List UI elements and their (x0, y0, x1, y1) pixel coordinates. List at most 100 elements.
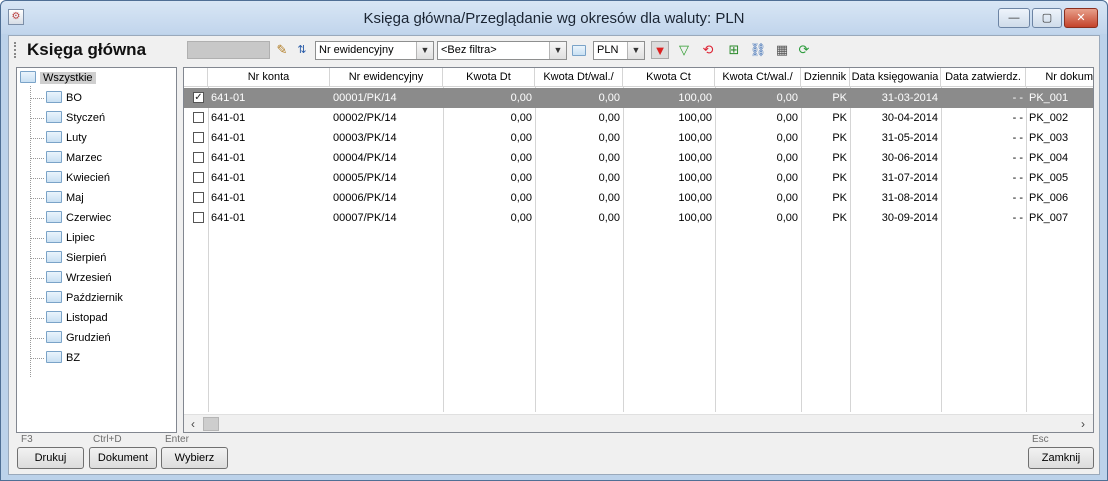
print-button[interactable]: Drukuj (17, 447, 84, 469)
header-nr-dokum[interactable]: Nr dokum (1026, 68, 1093, 87)
chevron-down-icon[interactable]: ▼ (627, 42, 644, 59)
filter-green-icon[interactable]: ▽ (675, 41, 693, 59)
cell-ewid: 00007/PK/14 (333, 212, 397, 224)
tree-item-month[interactable]: Luty (46, 130, 87, 146)
table-row[interactable]: 641-01 00004/PK/14 0,00 0,00 100,00 0,00 PK 30-… (184, 148, 1093, 168)
row-checkbox[interactable] (193, 112, 204, 123)
row-checkbox[interactable] (193, 132, 204, 143)
row-checkbox[interactable] (193, 172, 204, 183)
tree-connector (30, 118, 44, 119)
tree-item-label: Sierpień (66, 252, 107, 264)
cell-ctw: 0,00 (776, 212, 798, 224)
cell-dtw: 0,00 (598, 192, 620, 204)
header-dziennik[interactable]: Dziennik (801, 68, 850, 87)
tree-item-month[interactable]: Marzec (46, 150, 102, 166)
document-button[interactable]: Dokument (89, 447, 157, 469)
tree-item-month[interactable]: BO (46, 90, 82, 106)
folder-icon[interactable] (570, 41, 588, 59)
scroll-right-icon[interactable]: › (1075, 416, 1091, 432)
tree-connector (30, 158, 44, 159)
tree-item-label: Wrzesień (66, 272, 112, 284)
close-window-button[interactable]: ✕ (1064, 8, 1098, 28)
add-icon[interactable]: ⊞ (725, 41, 743, 59)
minimize-button[interactable]: — (998, 8, 1030, 28)
tree-item-month[interactable]: Styczeń (46, 110, 105, 126)
tree-item-month[interactable]: Wrzesień (46, 270, 112, 286)
filter-combo[interactable]: <Bez filtra> ▼ (437, 41, 567, 60)
sort-icon[interactable]: ⇅ (293, 41, 311, 59)
cell-dtw: 0,00 (598, 152, 620, 164)
chevron-down-icon[interactable]: ▼ (416, 42, 433, 59)
grid-icon[interactable]: ▦ (773, 41, 791, 59)
tree-item-month[interactable]: Listopad (46, 310, 108, 326)
select-button[interactable]: Wybierz (161, 447, 228, 469)
table-row[interactable]: ✓ 641-01 00001/PK/14 0,00 0,00 100,00 0,00 PK 31… (184, 88, 1093, 108)
row-checkbox[interactable] (193, 152, 204, 163)
row-checkbox[interactable] (193, 192, 204, 203)
cell-dtw: 0,00 (598, 212, 620, 224)
eraser-icon[interactable]: ✎ (273, 41, 291, 59)
link-icon[interactable]: ⛓ (749, 41, 767, 59)
header-data-zatwierdz[interactable]: Data zatwierdz. (941, 68, 1026, 87)
folder-icon (46, 91, 62, 103)
tree-connector (30, 218, 44, 219)
table-row[interactable]: 641-01 00007/PK/14 0,00 0,00 100,00 0,00 PK 30-… (184, 208, 1093, 228)
tree-item-month[interactable]: Czerwiec (46, 210, 111, 226)
tree-item-month[interactable]: Kwiecień (46, 170, 110, 186)
tree-item-month[interactable]: Sierpień (46, 250, 106, 266)
refresh-green-icon[interactable]: ⟳ (795, 41, 813, 59)
cell-ct: 100,00 (678, 112, 712, 124)
maximize-button[interactable]: ▢ (1032, 8, 1062, 28)
tree-item-all[interactable]: Wszystkie (20, 70, 96, 86)
cell-dziennik: PK (832, 212, 847, 224)
cell-dtw: 0,00 (598, 112, 620, 124)
title-bar[interactable]: ⚙ Księga główna/Przeglądanie wg okresów … (1, 1, 1107, 34)
cell-data-zat: - - (1012, 132, 1023, 144)
header-nr-konta[interactable]: Nr konta (208, 68, 330, 87)
header-data-ksiegowania[interactable]: Data księgowania (850, 68, 941, 87)
cell-ctw: 0,00 (776, 172, 798, 184)
table-row[interactable]: 641-01 00006/PK/14 0,00 0,00 100,00 0,00 PK 31-… (184, 188, 1093, 208)
main-window: ⚙ Księga główna/Przeglądanie wg okresów … (0, 0, 1108, 481)
document-shortcut: Ctrl+D (93, 434, 122, 445)
refresh-red-icon[interactable]: ⟲ (699, 41, 717, 59)
header-kwota-dt-wal[interactable]: Kwota Dt/wal./ (535, 68, 623, 87)
horizontal-scrollbar[interactable]: ‹ › (184, 414, 1093, 432)
tree-connector (30, 86, 31, 377)
tree-item-month[interactable]: BZ (46, 350, 80, 366)
tree-item-month[interactable]: Październik (46, 290, 123, 306)
cell-dziennik: PK (832, 152, 847, 164)
tree-item-label: Maj (66, 192, 84, 204)
scroll-thumb[interactable] (203, 417, 219, 431)
select-shortcut: Enter (165, 434, 189, 445)
row-checkbox[interactable]: ✓ (193, 92, 204, 103)
scroll-left-icon[interactable]: ‹ (185, 416, 201, 432)
folder-icon (46, 271, 62, 283)
row-checkbox[interactable] (193, 212, 204, 223)
ledger-grid[interactable]: Nr konta Nr ewidencyjny Kwota Dt Kwota D… (183, 67, 1094, 433)
tree-item-month[interactable]: Lipiec (46, 230, 95, 246)
header-kwota-dt[interactable]: Kwota Dt (443, 68, 535, 87)
table-row[interactable]: 641-01 00002/PK/14 0,00 0,00 100,00 0,00 PK 30-… (184, 108, 1093, 128)
currency-combo[interactable]: PLN ▼ (593, 41, 645, 60)
table-row[interactable]: 641-01 00005/PK/14 0,00 0,00 100,00 0,00 PK 31-… (184, 168, 1093, 188)
table-row[interactable]: 641-01 00003/PK/14 0,00 0,00 100,00 0,00 PK 31-… (184, 128, 1093, 148)
toolbar-grip[interactable] (14, 42, 17, 58)
cell-dziennik: PK (832, 192, 847, 204)
header-kwota-ct-wal[interactable]: Kwota Ct/wal./ (715, 68, 801, 87)
cell-ct: 100,00 (678, 92, 712, 104)
tree-connector (30, 198, 44, 199)
header-nr-ewidencyjny[interactable]: Nr ewidencyjny (330, 68, 443, 87)
folder-icon (20, 71, 36, 83)
chevron-down-icon[interactable]: ▼ (549, 42, 566, 59)
cell-ctw: 0,00 (776, 152, 798, 164)
header-kwota-ct[interactable]: Kwota Ct (623, 68, 715, 87)
period-tree[interactable]: Wszystkie BO Styczeń Luty Marzec Kwiecień Maj… (16, 67, 177, 433)
filter-red-icon[interactable]: ▼ (651, 41, 669, 59)
search-box[interactable] (187, 41, 270, 59)
close-button[interactable]: Zamknij (1028, 447, 1094, 469)
tree-item-month[interactable]: Maj (46, 190, 84, 206)
sort-combo[interactable]: Nr ewidencyjny ▼ (315, 41, 434, 60)
tree-item-month[interactable]: Grudzień (46, 330, 111, 346)
cell-nr-dok: PK_004 (1029, 152, 1069, 164)
